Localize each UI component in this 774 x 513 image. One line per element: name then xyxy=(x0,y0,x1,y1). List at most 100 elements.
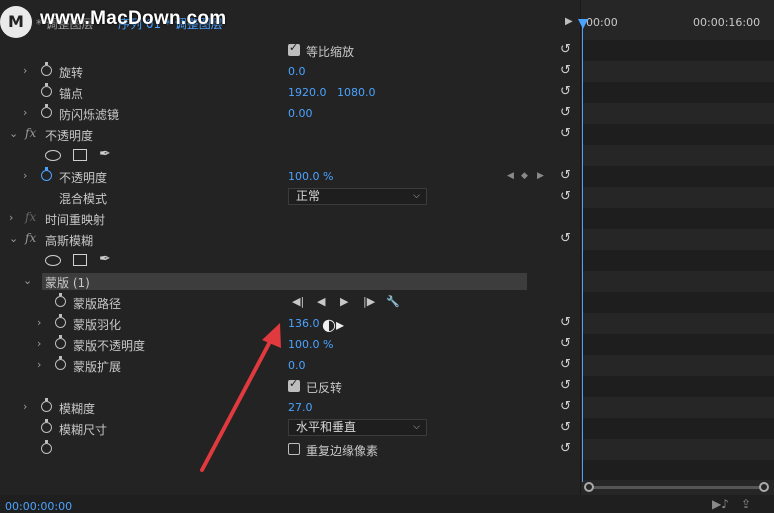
reset-icon[interactable]: ↺ xyxy=(560,231,571,246)
blend-mode-dropdown[interactable]: 正常 ⌵ xyxy=(288,188,427,205)
ellipse-mask-icon[interactable] xyxy=(45,255,61,266)
audio-scrub-icon[interactable]: ▶♪ xyxy=(712,497,729,511)
mask-feather-value[interactable]: 136.0 xyxy=(288,317,320,330)
rotation-value[interactable]: 0.0 xyxy=(288,65,306,78)
reset-icon[interactable]: ↺ xyxy=(560,420,571,435)
current-timecode[interactable]: 00:00:00:00 xyxy=(5,500,72,513)
mask-opacity-value[interactable]: 100.0 % xyxy=(288,338,333,351)
reset-icon[interactable]: ↺ xyxy=(560,399,571,414)
mask-opacity-label: 蒙版不透明度 xyxy=(73,339,146,353)
show-timeline-toggle-icon[interactable]: ▶ xyxy=(565,16,573,27)
gaussian-blur-label: 高斯模糊 xyxy=(45,234,94,248)
chevron-right-icon[interactable]: › xyxy=(23,169,27,182)
panel-divider[interactable] xyxy=(580,0,581,495)
reset-icon[interactable]: ↺ xyxy=(560,336,571,351)
reset-icon[interactable]: ↺ xyxy=(560,378,571,393)
fx-toggle-icon[interactable]: fx xyxy=(25,126,36,140)
blur-dimensions-dropdown[interactable]: 水平和垂直 ⌵ xyxy=(288,419,427,436)
stopwatch-icon[interactable] xyxy=(55,356,66,370)
reset-icon[interactable]: ↺ xyxy=(560,168,571,183)
playhead-handle[interactable] xyxy=(578,19,588,29)
export-frame-icon[interactable]: ⇪ xyxy=(741,497,751,511)
wrench-icon[interactable]: 🔧 xyxy=(386,295,400,308)
fx-toggle-icon[interactable]: fx xyxy=(25,210,36,224)
chevron-right-icon[interactable]: › xyxy=(9,211,13,224)
repeat-edge-label: 重复边缘像素 xyxy=(306,444,379,458)
chevron-right-icon[interactable]: › xyxy=(23,64,27,77)
rotation-label: 旋转 xyxy=(59,66,84,80)
rectangle-mask-icon[interactable] xyxy=(73,149,87,161)
blurriness-label: 模糊度 xyxy=(59,402,96,416)
opacity-label: 不透明度 xyxy=(59,171,108,185)
stopwatch-icon[interactable] xyxy=(41,419,52,433)
opacity-value[interactable]: 100.0 % xyxy=(288,170,333,183)
opacity-effect-label: 不透明度 xyxy=(45,129,94,143)
blurriness-value[interactable]: 27.0 xyxy=(288,401,313,414)
reset-icon[interactable]: ↺ xyxy=(560,441,571,456)
anchor-y-value[interactable]: 1080.0 xyxy=(337,86,376,99)
chevron-right-icon[interactable]: › xyxy=(23,106,27,119)
stopwatch-icon[interactable] xyxy=(41,83,52,97)
blend-mode-value: 正常 xyxy=(296,189,321,203)
blend-mode-label: 混合模式 xyxy=(59,192,108,206)
next-keyframe-icon[interactable]: ▶ xyxy=(537,171,544,181)
stopwatch-icon[interactable] xyxy=(55,335,66,349)
stopwatch-icon[interactable] xyxy=(55,314,66,328)
reset-icon[interactable]: ↺ xyxy=(560,63,571,78)
uniform-scale-checkbox[interactable] xyxy=(288,41,300,56)
mask-expansion-value[interactable]: 0.0 xyxy=(288,359,306,372)
dropdown-arrow-icon: ⌵ xyxy=(413,422,420,432)
antiflicker-value[interactable]: 0.00 xyxy=(288,107,313,120)
stopwatch-icon[interactable] xyxy=(41,62,52,76)
reset-icon[interactable]: ↺ xyxy=(560,84,571,99)
row-inverted: 已反转 ↺ xyxy=(0,376,580,397)
add-keyframe-icon[interactable]: ◆ xyxy=(521,171,528,181)
timeline-zoom-scrollbar[interactable] xyxy=(589,486,760,489)
chevron-down-icon[interactable]: ⌄ xyxy=(9,232,18,245)
anchor-x-value[interactable]: 1920.0 xyxy=(288,86,327,99)
stopwatch-icon[interactable] xyxy=(41,167,52,181)
cursor-hand-icon: ◐▸ xyxy=(322,315,344,334)
chevron-right-icon[interactable]: › xyxy=(37,337,41,350)
stopwatch-icon[interactable] xyxy=(41,440,52,454)
chevron-down-icon[interactable]: ⌄ xyxy=(9,127,18,140)
reset-icon[interactable]: ↺ xyxy=(560,105,571,120)
fx-toggle-icon[interactable]: fx xyxy=(25,231,36,245)
row-blend-mode: 混合模式 正常 ⌵ ↺ xyxy=(0,187,580,208)
row-opacity: › 不透明度 100.0 % ◀ ◆ ▶ ↺ xyxy=(0,166,580,187)
reset-icon[interactable]: ↺ xyxy=(560,315,571,330)
scrollbar-right-handle[interactable] xyxy=(759,482,769,492)
row-rotation: › 旋转 0.0 ↺ xyxy=(0,61,580,82)
row-gaussian-blur: ⌄ fx 高斯模糊 ↺ xyxy=(0,229,580,250)
antiflicker-label: 防闪烁滤镜 xyxy=(59,108,120,122)
time-remap-label: 时间重映射 xyxy=(45,213,106,227)
rectangle-mask-icon[interactable] xyxy=(73,254,87,266)
chevron-right-icon[interactable]: › xyxy=(37,316,41,329)
track-forward-icon[interactable]: ▶ xyxy=(340,295,348,308)
scrollbar-left-handle[interactable] xyxy=(584,482,594,492)
anchor-label: 锚点 xyxy=(59,87,84,101)
chevron-right-icon[interactable]: › xyxy=(23,400,27,413)
playhead-line[interactable] xyxy=(582,26,583,482)
stopwatch-icon[interactable] xyxy=(55,293,66,307)
pen-mask-icon[interactable]: ✒ xyxy=(99,146,111,162)
mask-feather-label: 蒙版羽化 xyxy=(73,318,122,332)
mask-path-label: 蒙版路径 xyxy=(73,297,122,311)
track-backward-icon[interactable]: ◀ xyxy=(317,295,325,308)
chevron-right-icon[interactable]: › xyxy=(37,358,41,371)
reset-icon[interactable]: ↺ xyxy=(560,42,571,57)
prev-keyframe-icon[interactable]: ◀ xyxy=(507,171,514,181)
pen-mask-icon[interactable]: ✒ xyxy=(99,251,111,267)
blur-dimensions-label: 模糊尺寸 xyxy=(59,423,108,437)
reset-icon[interactable]: ↺ xyxy=(560,357,571,372)
stopwatch-icon[interactable] xyxy=(41,104,52,118)
reset-icon[interactable]: ↺ xyxy=(560,189,571,204)
chevron-down-icon[interactable]: ⌄ xyxy=(23,274,32,287)
ellipse-mask-icon[interactable] xyxy=(45,150,61,161)
timeline-row xyxy=(582,292,774,313)
reset-icon[interactable]: ↺ xyxy=(560,126,571,141)
row-blur-dimensions: 模糊尺寸 水平和垂直 ⌵ ↺ xyxy=(0,418,580,439)
track-forward-one-frame-icon[interactable]: |▶ xyxy=(363,295,375,308)
track-backward-one-frame-icon[interactable]: ◀| xyxy=(292,295,304,308)
stopwatch-icon[interactable] xyxy=(41,398,52,412)
